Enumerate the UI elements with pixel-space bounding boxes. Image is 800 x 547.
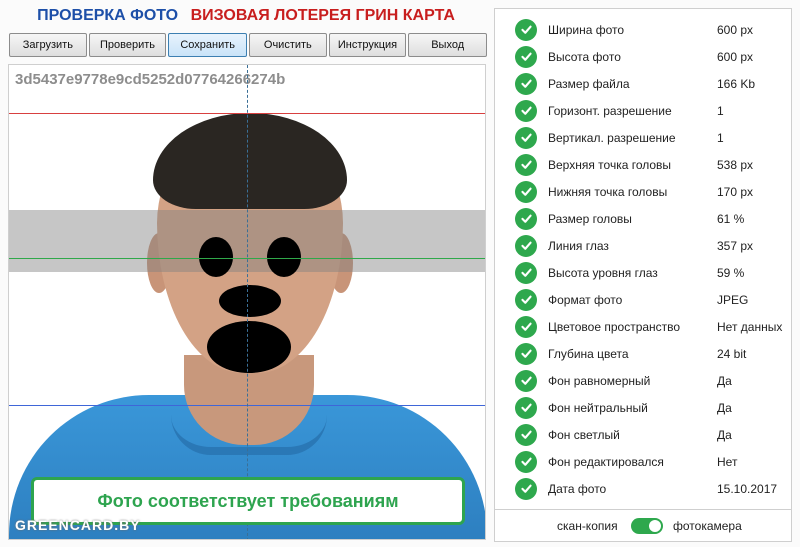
toggle-label-scan: скан-копия: [557, 518, 618, 533]
check-label: Фон светлый: [548, 427, 620, 442]
check-value: 15.10.2017: [717, 481, 778, 496]
photo-preview: 3d5437e9778e9cd5252d07764266274b Фото со…: [8, 64, 486, 540]
check-row: Формат фото JPEG: [495, 286, 793, 313]
app-window: ПРОВЕРКА ФОТО ВИЗОВАЯ ЛОТЕРЕЯ ГРИН КАРТА…: [0, 0, 800, 547]
checks-panel: Ширина фото 600 px Высота фото 600 px Размер…: [494, 8, 792, 510]
check-circle-icon: [515, 315, 537, 338]
toggle-knob: [649, 520, 661, 532]
check-label: Размер головы: [548, 211, 632, 226]
check-circle-icon: [515, 477, 537, 500]
title-lottery: ВИЗОВАЯ ЛОТЕРЕЯ ГРИН КАРТА: [190, 7, 455, 24]
photo-hash: 3d5437e9778e9cd5252d07764266274b: [15, 71, 286, 88]
check-label: Ширина фото: [548, 22, 625, 37]
check-label: Верхняя точка головы: [548, 157, 672, 172]
check-label: Фон равномерный: [548, 373, 651, 388]
check-row: Высота фото 600 px: [495, 43, 793, 70]
check-row: Ширина фото 600 px: [495, 16, 793, 43]
eye-mask-right: [267, 237, 301, 277]
check-label: Горизонт. разрешение: [548, 103, 672, 118]
check-label: Размер файла: [548, 76, 630, 91]
check-row: Фон редактировался Нет: [495, 448, 793, 475]
check-circle-icon: [515, 207, 537, 230]
check-label: Нижняя точка головы: [548, 184, 668, 199]
check-circle-icon: [515, 45, 537, 68]
check-label: Высота фото: [548, 49, 621, 64]
check-value: Да: [717, 400, 732, 415]
instructions-button[interactable]: Инструкция: [328, 33, 407, 57]
check-row: Дата фото 15.10.2017: [495, 475, 793, 502]
check-value: 170 px: [717, 184, 754, 199]
check-row: Фон нейтральный Да: [495, 394, 793, 421]
nose-mask: [219, 285, 281, 317]
check-circle-icon: [515, 396, 537, 419]
portrait-hair: [153, 113, 347, 209]
check-label: Цветовое пространство: [548, 319, 681, 334]
check-label: Дата фото: [548, 481, 607, 496]
check-label: Высота уровня глаз: [548, 265, 658, 280]
check-value: Да: [717, 427, 732, 442]
check-label: Глубина цвета: [548, 346, 629, 361]
check-value: 357 px: [717, 238, 754, 253]
check-value: Да: [717, 373, 732, 388]
check-label: Линия глаз: [548, 238, 609, 253]
source-toggle-bar: скан-копия фотокамера: [494, 509, 792, 542]
check-label: Фон нейтральный: [548, 400, 648, 415]
mouth-mask: [207, 321, 291, 373]
check-circle-icon: [515, 72, 537, 95]
portrait-collar: [171, 415, 327, 455]
check-row: Высота уровня глаз 59 %: [495, 259, 793, 286]
center-guide-line: [247, 65, 248, 539]
check-circle-icon: [515, 450, 537, 473]
app-title: ПРОВЕРКА ФОТО ВИЗОВАЯ ЛОТЕРЕЯ ГРИН КАРТА: [0, 7, 492, 29]
check-row: Вертикал. разрешение 1: [495, 124, 793, 151]
title-photo-check: ПРОВЕРКА ФОТО: [37, 7, 179, 24]
check-value: Нет: [717, 454, 738, 469]
check-row: Верхняя точка головы 538 px: [495, 151, 793, 178]
check-circle-icon: [515, 288, 537, 311]
source-toggle-switch[interactable]: [631, 518, 663, 534]
check-value: 61 %: [717, 211, 745, 226]
toggle-label-camera: фотокамера: [673, 518, 742, 533]
check-row: Фон светлый Да: [495, 421, 793, 448]
check-row: Линия глаз 357 px: [495, 232, 793, 259]
check-circle-icon: [515, 18, 537, 41]
check-row: Нижняя точка головы 170 px: [495, 178, 793, 205]
check-circle-icon: [515, 342, 537, 365]
check-value: 59 %: [717, 265, 745, 280]
check-circle-icon: [515, 153, 537, 176]
check-label: Формат фото: [548, 292, 623, 307]
check-value: 1: [717, 130, 724, 145]
check-row: Цветовое пространство Нет данных: [495, 313, 793, 340]
check-circle-icon: [515, 126, 537, 149]
check-value: 1: [717, 103, 724, 118]
check-row: Горизонт. разрешение 1: [495, 97, 793, 124]
check-circle-icon: [515, 423, 537, 446]
clear-button[interactable]: Очистить: [249, 33, 327, 57]
check-value: 166 Kb: [717, 76, 756, 91]
check-value: 538 px: [717, 157, 754, 172]
check-label: Вертикал. разрешение: [548, 130, 676, 145]
check-value: Нет данных: [717, 319, 783, 334]
watermark-logo: GREENCARD.BY: [15, 517, 141, 533]
save-button[interactable]: Сохранить: [168, 33, 247, 57]
check-circle-icon: [515, 180, 537, 203]
check-value: 600 px: [717, 22, 754, 37]
check-circle-icon: [515, 369, 537, 392]
check-row: Глубина цвета 24 bit: [495, 340, 793, 367]
load-button[interactable]: Загрузить: [9, 33, 87, 57]
check-value: 24 bit: [717, 346, 747, 361]
eye-mask-left: [199, 237, 233, 277]
check-circle-icon: [515, 261, 537, 284]
check-circle-icon: [515, 99, 537, 122]
check-button[interactable]: Проверить: [88, 33, 167, 57]
check-label: Фон редактировался: [548, 454, 664, 469]
check-value: 600 px: [717, 49, 754, 64]
check-row: Размер файла 166 Kb: [495, 70, 793, 97]
check-circle-icon: [515, 234, 537, 257]
check-row: Размер головы 61 %: [495, 205, 793, 232]
exit-button[interactable]: Выход: [408, 33, 487, 57]
check-value: JPEG: [717, 292, 749, 307]
toolbar: Загрузить Проверить Сохранить Очистить И…: [9, 33, 487, 57]
check-row: Фон равномерный Да: [495, 367, 793, 394]
